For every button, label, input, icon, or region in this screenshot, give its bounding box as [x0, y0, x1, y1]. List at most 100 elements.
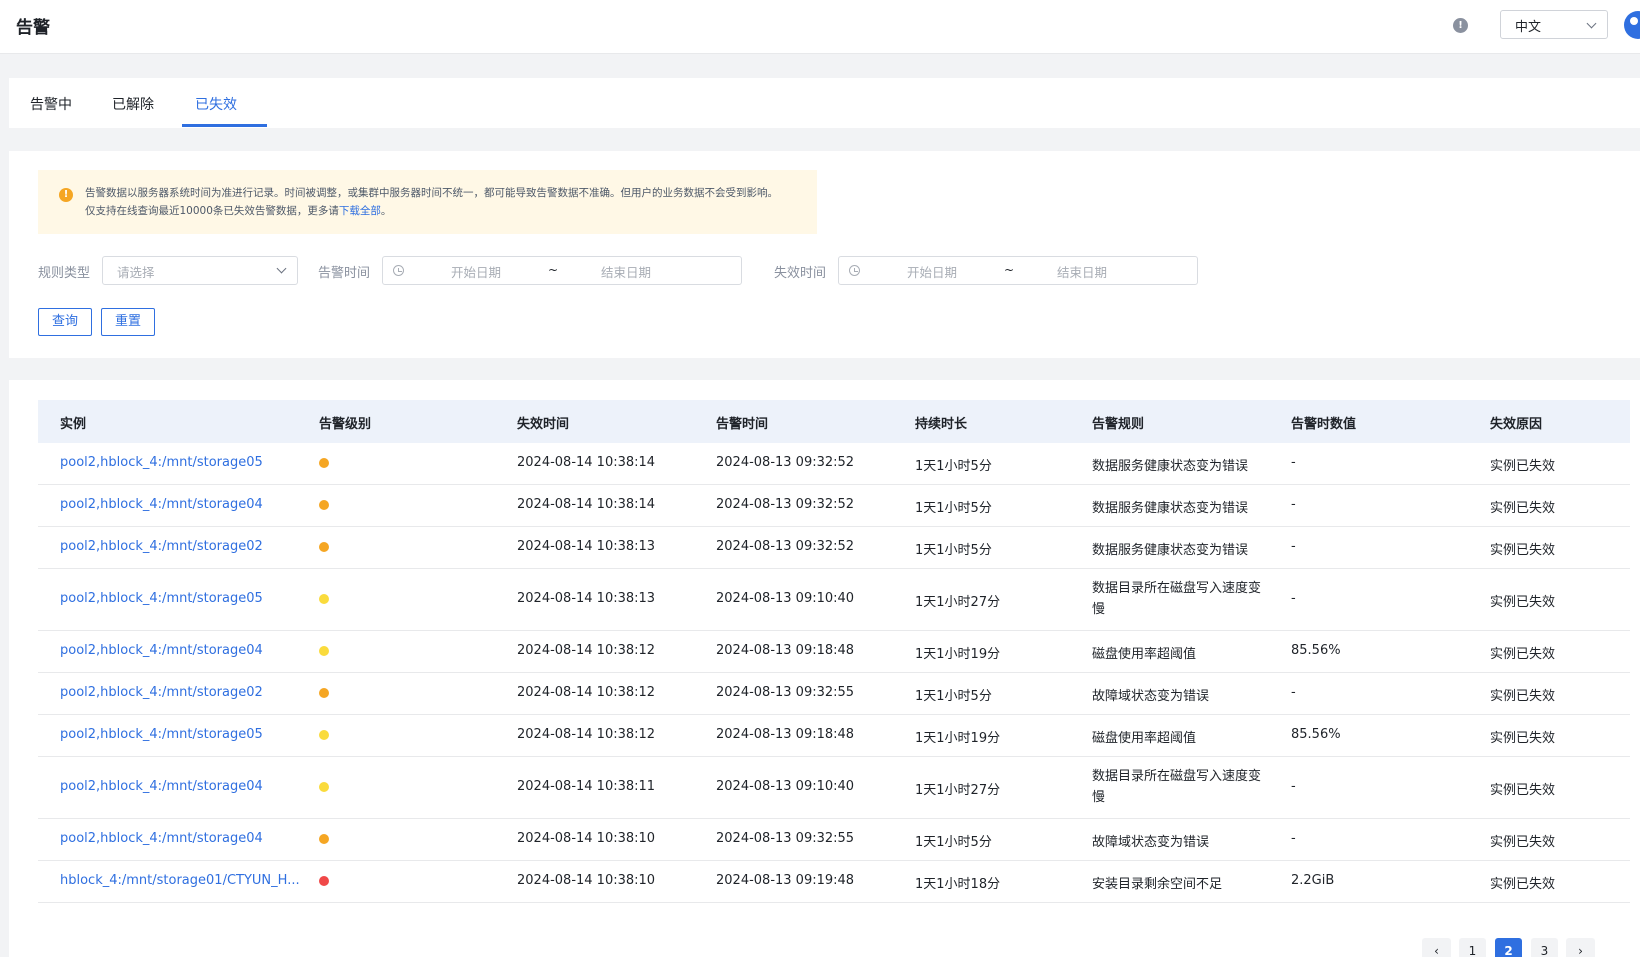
rule-cell: 数据目录所在磁盘写入速度变慢 [1092, 581, 1262, 617]
instance-link[interactable]: pool2,hblock_4:/mnt/storage02 [60, 539, 263, 554]
rule-cell: 故障域状态变为错误 [1092, 835, 1210, 850]
table-row: pool2,hblock_4:/mnt/storage04 2024-08-14 … [38, 485, 1630, 527]
column-header: 告警时间 [716, 417, 769, 432]
rule-cell: 数据服务健康状态变为错误 [1092, 459, 1249, 474]
warning-icon: ! [59, 188, 73, 202]
rule-type-placeholder: 请选择 [117, 265, 155, 280]
instance-link[interactable]: hblock_4:/mnt/storage01/CTYUN_H... [60, 873, 300, 888]
alarm-level-dot [319, 688, 329, 698]
notice-text-2: 仅支持在线查询最近10000条已失效告警数据，更多请下载全部。 [85, 203, 391, 218]
next-page-button[interactable]: › [1566, 938, 1595, 957]
invalid-start-date[interactable]: 开始日期 [907, 262, 957, 281]
notice-text-prefix: 仅支持在线查询最近10000条已失效告警数据，更多请 [85, 205, 339, 217]
alarm-start-date[interactable]: 开始日期 [451, 262, 501, 281]
alarm-end-date[interactable]: 结束日期 [601, 262, 651, 281]
alarm-table: 实例 告警级别 失效时间 告警时间 持续时长 告警规则 告警时数值 失效原因 p… [9, 380, 1640, 957]
download-all-link[interactable]: 下载全部 [339, 205, 381, 217]
alarm-level-dot [319, 646, 329, 656]
invalid-time-cell: 2024-08-14 10:38:10 [517, 873, 656, 888]
reset-button[interactable]: 重置 [101, 308, 155, 336]
alarm-level-dot [319, 458, 329, 468]
query-button[interactable]: 查询 [38, 308, 92, 336]
active-tab-indicator [182, 124, 267, 127]
instance-link[interactable]: pool2,hblock_4:/mnt/storage05 [60, 455, 263, 470]
rule-type-select[interactable]: 请选择 [102, 256, 298, 285]
tab-alarming[interactable]: 告警中 [30, 94, 72, 114]
page-button-current[interactable]: 2 [1495, 938, 1522, 957]
invalid-time-cell: 2024-08-14 10:38:10 [517, 831, 656, 846]
alarm-level-dot [319, 730, 329, 740]
status-tabs: 告警中 已解除 已失效 [9, 78, 1640, 128]
instance-link[interactable]: pool2,hblock_4:/mnt/storage04 [60, 779, 263, 794]
instance-link[interactable]: pool2,hblock_4:/mnt/storage05 [60, 727, 263, 742]
reason-cell: 实例已失效 [1490, 543, 1556, 558]
page-button[interactable]: 1 [1459, 938, 1486, 957]
value-cell: 85.56% [1291, 643, 1341, 658]
help-icon[interactable]: ! [1453, 18, 1468, 33]
tab-invalidated[interactable]: 已失效 [195, 94, 237, 114]
clock-icon [849, 265, 860, 276]
value-cell: 2.2GiB [1291, 873, 1335, 888]
rule-cell: 数据目录所在磁盘写入速度变慢 [1092, 769, 1262, 805]
table-row: pool2,hblock_4:/mnt/storage02 2024-08-14 … [38, 673, 1630, 715]
duration-cell: 1天1小时5分 [915, 543, 992, 558]
duration-cell: 1天1小时19分 [915, 731, 1001, 746]
alarm-time-cell: 2024-08-13 09:18:48 [716, 643, 855, 658]
prev-page-button[interactable]: ‹ [1422, 938, 1451, 957]
instance-link[interactable]: pool2,hblock_4:/mnt/storage04 [60, 643, 263, 658]
reason-cell: 实例已失效 [1490, 783, 1556, 798]
rule-cell: 磁盘使用率超阈值 [1092, 647, 1197, 662]
alarm-time-cell: 2024-08-13 09:32:52 [716, 539, 855, 554]
language-value: 中文 [1515, 20, 1542, 35]
value-cell: - [1291, 497, 1296, 512]
tab-resolved[interactable]: 已解除 [112, 94, 154, 114]
top-header: 告警 ! 中文 [0, 0, 1640, 54]
column-header: 失效原因 [1490, 417, 1543, 432]
column-header: 告警级别 [319, 417, 372, 432]
instance-link[interactable]: pool2,hblock_4:/mnt/storage02 [60, 685, 263, 700]
duration-cell: 1天1小时5分 [915, 835, 992, 850]
instance-link[interactable]: pool2,hblock_4:/mnt/storage05 [60, 591, 263, 606]
chevron-down-icon [1586, 18, 1597, 29]
reason-cell: 实例已失效 [1490, 595, 1556, 610]
column-header: 告警规则 [1092, 417, 1145, 432]
page-title: 告警 [16, 18, 50, 38]
alarm-time-cell: 2024-08-13 09:32:52 [716, 497, 855, 512]
language-select[interactable]: 中文 [1500, 10, 1608, 39]
alarm-level-dot [319, 500, 329, 510]
invalid-end-date[interactable]: 结束日期 [1057, 262, 1107, 281]
instance-link[interactable]: pool2,hblock_4:/mnt/storage04 [60, 831, 263, 846]
user-avatar-icon[interactable] [1624, 11, 1640, 39]
alarm-level-dot [319, 782, 329, 792]
table-row: pool2,hblock_4:/mnt/storage02 2024-08-14 … [38, 527, 1630, 569]
table-header: 实例 告警级别 失效时间 告警时间 持续时长 告警规则 告警时数值 失效原因 [38, 400, 1630, 443]
page-button[interactable]: 3 [1531, 938, 1558, 957]
rule-type-label: 规则类型 [38, 266, 91, 281]
table-row: pool2,hblock_4:/mnt/storage05 2024-08-14 … [38, 443, 1630, 485]
reason-cell: 实例已失效 [1490, 459, 1556, 474]
chevron-down-icon [276, 263, 287, 274]
alarm-level-dot [319, 834, 329, 844]
reason-cell: 实例已失效 [1490, 647, 1556, 662]
invalid-time-label: 失效时间 [774, 266, 827, 281]
duration-cell: 1天1小时27分 [915, 783, 1001, 798]
alarm-time-cell: 2024-08-13 09:18:48 [716, 727, 855, 742]
notice-text-1: 告警数据以服务器系统时间为准进行记录。时间被调整，或集群中服务器时间不统一，都可… [85, 187, 778, 199]
alarm-time-range-picker[interactable]: 开始日期 ~ 结束日期 [382, 256, 742, 285]
duration-cell: 1天1小时5分 [915, 459, 992, 474]
column-header: 持续时长 [915, 417, 968, 432]
invalid-time-cell: 2024-08-14 10:38:14 [517, 497, 656, 512]
table-row: hblock_4:/mnt/storage01/CTYUN_H... 2024-0… [38, 861, 1630, 903]
value-cell: - [1291, 455, 1296, 470]
invalid-time-range-picker[interactable]: 开始日期 ~ 结束日期 [838, 256, 1198, 285]
notice-banner: ! 告警数据以服务器系统时间为准进行记录。时间被调整，或集群中服务器时间不统一，… [38, 170, 817, 234]
value-cell: - [1291, 685, 1296, 700]
alarm-time-cell: 2024-08-13 09:10:40 [716, 779, 855, 794]
alarm-level-dot [319, 876, 329, 886]
alarm-time-cell: 2024-08-13 09:32:55 [716, 831, 855, 846]
alarm-level-dot [319, 542, 329, 552]
reason-cell: 实例已失效 [1490, 501, 1556, 516]
alarm-time-label: 告警时间 [318, 266, 371, 281]
instance-link[interactable]: pool2,hblock_4:/mnt/storage04 [60, 497, 263, 512]
reason-cell: 实例已失效 [1490, 877, 1556, 892]
